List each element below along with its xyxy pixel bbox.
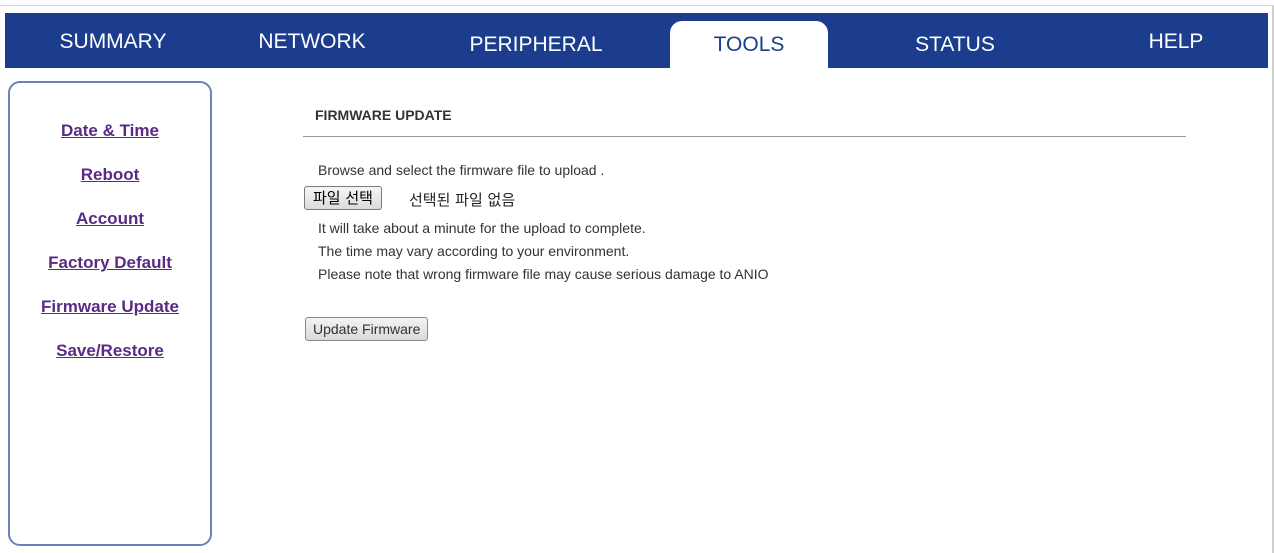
tab-help-label: HELP xyxy=(1148,30,1204,53)
sidebar-item-save-restore[interactable]: Save/Restore xyxy=(10,341,210,361)
tab-peripheral[interactable]: PERIPHERAL xyxy=(457,13,615,68)
upload-note-warning: Please note that wrong firmware file may… xyxy=(318,266,769,282)
tab-peripheral-label: PERIPHERAL xyxy=(469,33,603,56)
tab-summary-label: SUMMARY xyxy=(59,30,167,53)
tab-help[interactable]: HELP xyxy=(1131,13,1221,68)
upload-instruction: Browse and select the firmware file to u… xyxy=(318,162,605,178)
tab-network-label: NETWORK xyxy=(258,30,366,53)
upload-note-variance: The time may vary according to your envi… xyxy=(318,243,630,259)
tab-status[interactable]: STATUS xyxy=(900,13,1010,68)
sidebar-item-reboot[interactable]: Reboot xyxy=(10,165,210,185)
title-divider xyxy=(303,136,1186,137)
tab-tools[interactable]: TOOLS xyxy=(670,21,828,68)
page: SUMMARY NETWORK PERIPHERAL TOOLS STATUS … xyxy=(0,0,1274,553)
choose-file-button[interactable]: 파일 선택 xyxy=(304,186,382,210)
sidebar-item-firmware-update[interactable]: Firmware Update xyxy=(10,297,210,317)
update-firmware-button[interactable]: Update Firmware xyxy=(305,317,429,341)
tab-status-label: STATUS xyxy=(915,33,995,56)
window-top-border xyxy=(0,0,1274,6)
tab-network[interactable]: NETWORK xyxy=(248,13,376,68)
tab-summary[interactable]: SUMMARY xyxy=(45,13,181,68)
tools-sidebar: Date & Time Reboot Account Factory Defau… xyxy=(8,81,212,546)
sidebar-item-factory-default[interactable]: Factory Default xyxy=(10,253,210,273)
upload-note-duration: It will take about a minute for the uplo… xyxy=(318,220,646,236)
sidebar-item-account[interactable]: Account xyxy=(10,209,210,229)
sidebar-item-date-time[interactable]: Date & Time xyxy=(10,121,210,141)
page-title: FIRMWARE UPDATE xyxy=(315,107,452,123)
tab-tools-label: TOOLS xyxy=(713,33,785,56)
top-nav-bar: SUMMARY NETWORK PERIPHERAL TOOLS STATUS … xyxy=(5,13,1268,68)
file-status-text: 선택된 파일 없음 xyxy=(409,191,516,209)
